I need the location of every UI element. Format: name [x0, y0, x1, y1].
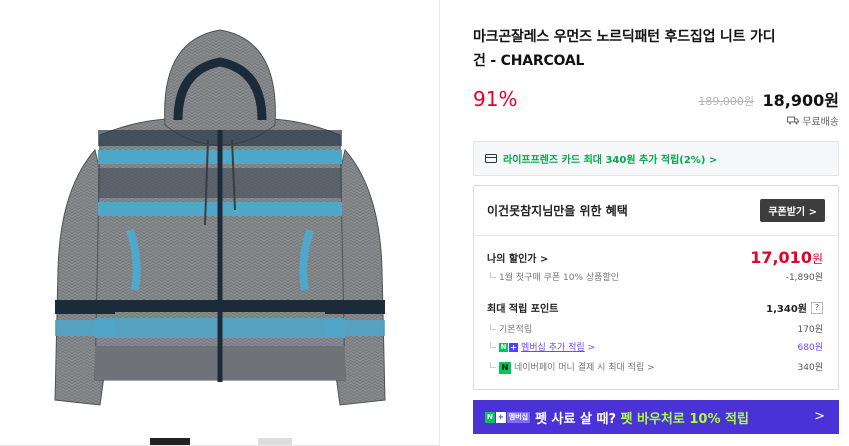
- npay-points-row[interactable]: N 네이버페이 머니 결제 시 최대 적립 > 340원: [487, 360, 823, 374]
- my-discount-row[interactable]: 나의 할인가 > 17,010원: [487, 248, 823, 267]
- discount-rate: 91%: [473, 87, 518, 111]
- chevron-right-icon[interactable]: >: [814, 409, 825, 424]
- basic-points-label: 기본적립: [487, 322, 532, 335]
- original-price: 189,000원: [698, 95, 754, 108]
- npay-points-label-group[interactable]: N 네이버페이 머니 결제 시 최대 적립 >: [487, 360, 655, 374]
- image-indicator[interactable]: [258, 438, 292, 445]
- basic-points-row: 기본적립 170원: [487, 322, 823, 335]
- npay-points-value: 340원: [797, 363, 823, 374]
- my-discount-price-unit: 원: [811, 252, 823, 266]
- shipping-label: 무료배송: [802, 117, 839, 128]
- product-title-line1: 마크곤잘레스 우먼즈 노르딕패턴 후드집업 니트 가디: [473, 29, 776, 45]
- points-label: 최대 적립 포인트: [487, 304, 559, 315]
- membership-badge-icon: N + 멤버십: [485, 411, 531, 423]
- pet-voucher-promo-banner[interactable]: N + 멤버십 펫 사료 살 때? 펫 바우처로 10% 적립 >: [473, 400, 839, 434]
- first-purchase-row: 1월 첫구매 쿠폰 10% 상품할인 -1,890원: [487, 270, 823, 283]
- promo-badge-plus: +: [495, 411, 506, 423]
- membership-points-label-group[interactable]: N + 멤버십 추가 적립 >: [487, 340, 595, 353]
- product-image-panel[interactable]: [0, 0, 440, 446]
- benefit-title: 이건못참지님만을 위한 혜택: [487, 204, 628, 218]
- naver-pay-icon: N: [499, 361, 511, 374]
- get-coupon-button[interactable]: 쿠폰받기 >: [760, 199, 825, 222]
- image-indicator-active[interactable]: [150, 438, 190, 445]
- product-image: [54, 29, 386, 406]
- card-benefit-text: 라이프프렌즈 카드 최대 340원 추가 적립(2%) >: [503, 155, 718, 166]
- naver-plus-badge-icon: N +: [499, 343, 518, 352]
- shipping-info: 무료배송: [787, 113, 839, 128]
- promo-badge-membership: 멤버십: [506, 411, 531, 423]
- promo-text: 펫 사료 살 때? 펫 바우처로 10% 적립: [535, 408, 749, 427]
- first-purchase-label: 1월 첫구매 쿠폰 10% 상품할인: [487, 270, 619, 283]
- product-info-panel: 마크곤잘레스 우먼즈 노르딕패턴 후드집업 니트 가디 건 - CHARCOAL…: [473, 0, 839, 446]
- card-benefit-banner[interactable]: 라이프프렌즈 카드 최대 340원 추가 적립(2%) >: [473, 141, 839, 176]
- basic-points-value: 170원: [797, 325, 823, 335]
- membership-points-row[interactable]: N + 멤버십 추가 적립 > 680원: [487, 340, 823, 353]
- my-discount-price: 17,010원: [750, 248, 823, 267]
- membership-points-link[interactable]: 멤버십 추가 적립: [521, 343, 585, 353]
- credit-card-icon: [485, 154, 497, 163]
- npay-points-label[interactable]: 네이버페이 머니 결제 시 최대 적립 >: [514, 363, 655, 373]
- benefit-box: 이건못참지님만을 위한 혜택 쿠폰받기 > 나의 할인가 > 17,010원 1…: [473, 185, 839, 390]
- first-purchase-value: -1,890원: [785, 273, 823, 283]
- my-discount-price-value: 17,010: [750, 248, 812, 267]
- help-icon[interactable]: ?: [811, 301, 823, 314]
- points-value: 1,340원: [766, 304, 807, 315]
- truck-icon: [787, 116, 800, 125]
- membership-points-value: 680원: [797, 343, 823, 353]
- membership-arrow: >: [587, 343, 596, 353]
- sale-price: 18,900원: [762, 91, 839, 110]
- product-title-line2: 건 - CHARCOAL: [473, 53, 585, 69]
- promo-text-highlight: 펫 바우처로 10% 적립: [620, 411, 749, 427]
- points-value-group: 1,340원 ?: [766, 300, 823, 315]
- points-row: 최대 적립 포인트 1,340원 ?: [487, 300, 823, 315]
- promo-text-question: 펫 사료 살 때?: [535, 411, 616, 427]
- my-discount-label[interactable]: 나의 할인가 >: [487, 250, 548, 265]
- benefit-header: 이건못참지님만을 위한 혜택 쿠폰받기 >: [474, 186, 838, 236]
- promo-badge-n: N: [485, 411, 495, 423]
- product-title: 마크곤잘레스 우먼즈 노르딕패턴 후드집업 니트 가디 건 - CHARCOAL: [473, 25, 839, 73]
